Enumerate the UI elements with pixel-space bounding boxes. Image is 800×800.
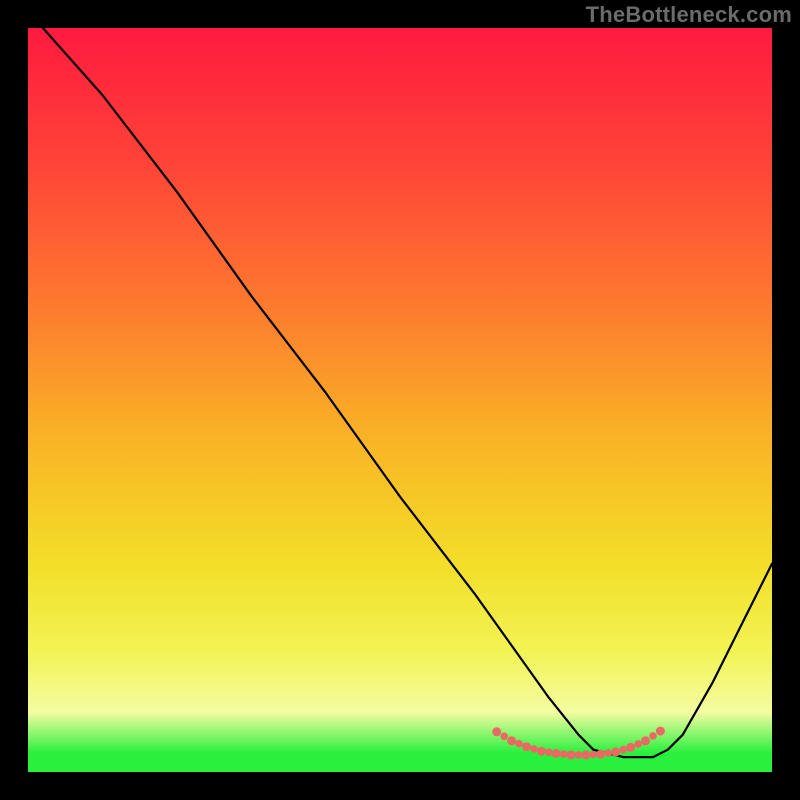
valley-dot [619, 746, 627, 754]
watermark-label: TheBottleneck.com [586, 2, 792, 28]
valley-dot [575, 751, 583, 759]
valley-dot [567, 750, 576, 759]
valley-dot [492, 727, 501, 736]
valley-dot [507, 736, 516, 745]
valley-dot [649, 732, 657, 740]
valley-dot [537, 747, 546, 756]
valley-dot [560, 750, 568, 758]
valley-dot [641, 736, 650, 745]
valley-dot [634, 740, 642, 748]
valley-dot [611, 747, 620, 756]
valley-dot [626, 743, 635, 752]
valley-dot [515, 740, 523, 748]
valley-dot [545, 749, 553, 757]
valley-dot [530, 745, 538, 753]
valley-dot [582, 750, 591, 759]
valley-dot [596, 750, 605, 759]
valley-dot [522, 742, 531, 751]
chart-background [28, 28, 772, 772]
valley-dot [590, 751, 598, 759]
valley-dot [552, 749, 561, 758]
bottleneck-chart [28, 28, 772, 772]
valley-dot [656, 727, 665, 736]
chart-stage: TheBottleneck.com [0, 0, 800, 800]
valley-dot [605, 749, 613, 757]
valley-dot [500, 733, 508, 741]
